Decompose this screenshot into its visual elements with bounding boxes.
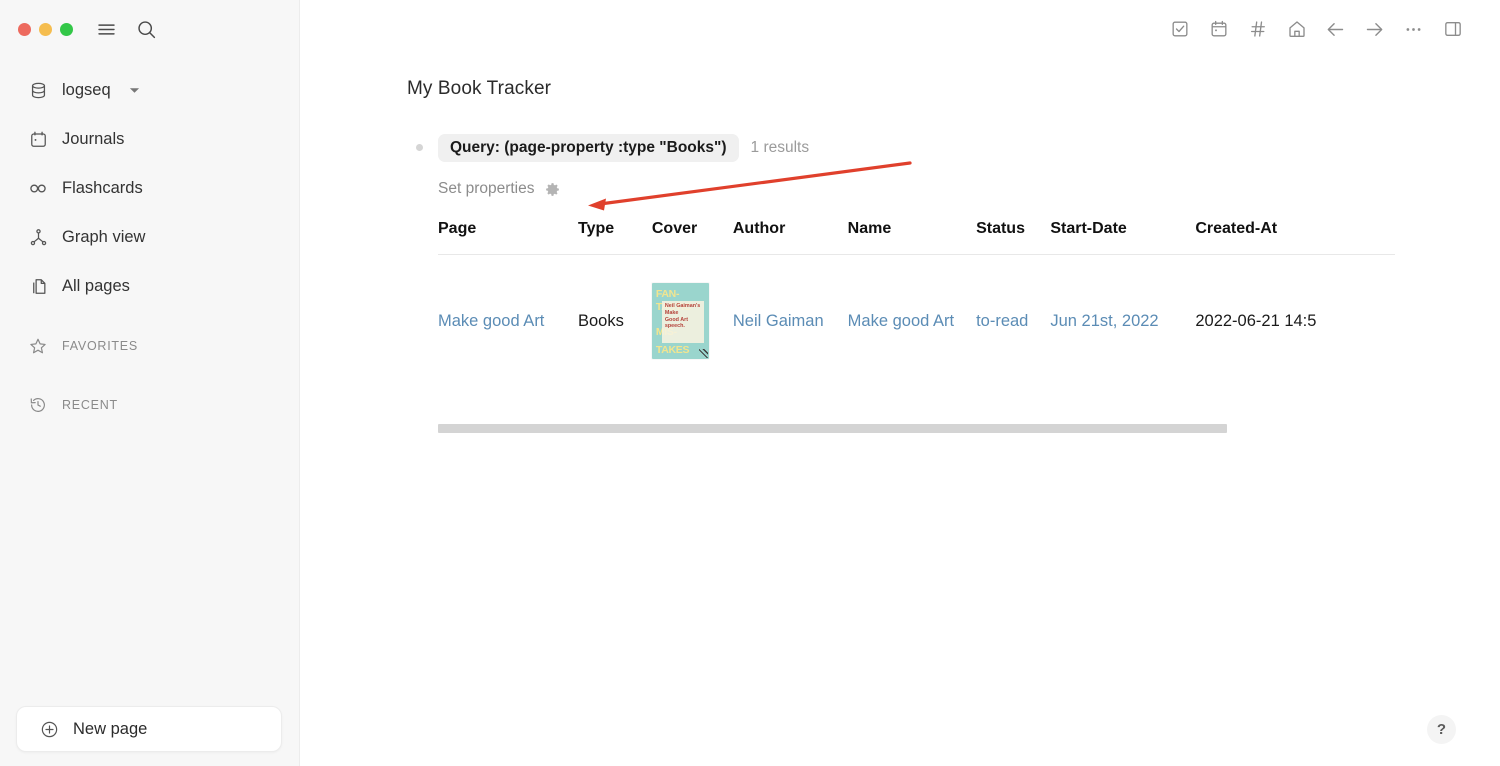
- sidebar-item-label: Graph view: [62, 228, 146, 246]
- cell-page: Make good Art: [438, 255, 578, 388]
- cover-sticker-line: speech.: [664, 323, 685, 330]
- set-properties-row: Set properties: [407, 180, 1500, 198]
- minimize-window-button[interactable]: [39, 22, 52, 36]
- horizontal-scrollbar[interactable]: [438, 424, 1227, 433]
- traffic-lights: [18, 22, 73, 36]
- column-header-start-date[interactable]: Start-Date: [1050, 220, 1196, 255]
- close-window-button[interactable]: [18, 22, 31, 36]
- table-row: Make good Art Books FAN- TASTIC MIS- TAK…: [438, 255, 1395, 388]
- sidebar-item-graph-selector[interactable]: logseq: [0, 66, 299, 115]
- column-header-cover[interactable]: Cover: [651, 220, 733, 255]
- column-header-created-at[interactable]: Created-At: [1195, 220, 1396, 255]
- cell-author: Neil Gaiman: [733, 255, 848, 388]
- book-cover-thumbnail[interactable]: FAN- TASTIC MIS- TAKES Neil Gaiman's Mak…: [651, 283, 709, 359]
- app-window: logseq Journals Flashcards Graph view Al…: [0, 0, 1500, 766]
- sidebar-section-label: FAVORITES: [62, 338, 138, 353]
- resize-handle-icon[interactable]: [698, 349, 708, 358]
- column-header-page[interactable]: Page: [438, 220, 578, 255]
- sidebar-item-label: All pages: [62, 277, 130, 295]
- sidebar-section-label: RECENT: [62, 397, 118, 412]
- hamburger-icon[interactable]: [89, 12, 123, 46]
- top-toolbar: [1160, 0, 1500, 58]
- query-results-table-wrap: Page Type Cover Author Name Status Start…: [407, 220, 1500, 387]
- hashtag-icon[interactable]: [1238, 10, 1277, 49]
- todo-checkbox-icon[interactable]: [1160, 10, 1199, 49]
- search-icon[interactable]: [129, 12, 163, 46]
- cover-sticker: Neil Gaiman's Make Good Art speech.: [661, 301, 704, 343]
- table-header-row: Page Type Cover Author Name Status Start…: [438, 220, 1396, 255]
- calendar-icon[interactable]: [1199, 10, 1238, 49]
- home-icon[interactable]: [1277, 10, 1316, 49]
- sidebar-item-label: Journals: [62, 130, 125, 148]
- page-link[interactable]: Make good Art: [438, 312, 544, 330]
- query-results-count: 1 results: [750, 139, 810, 156]
- new-page-label: New page: [73, 719, 148, 738]
- author-link[interactable]: Neil Gaiman: [733, 312, 824, 330]
- column-header-author[interactable]: Author: [732, 220, 848, 255]
- query-block: Query: (page-property :type "Books") 1 r…: [407, 134, 1500, 387]
- ellipsis-icon[interactable]: [1394, 10, 1433, 49]
- column-header-type[interactable]: Type: [578, 220, 652, 255]
- zoom-window-button[interactable]: [60, 22, 73, 36]
- pages-icon: [28, 277, 48, 297]
- database-icon: [28, 81, 48, 101]
- cover-title-line: FAN-: [655, 288, 680, 300]
- cell-name: Make good Art: [848, 255, 976, 388]
- sidebar-section-recent[interactable]: RECENT: [0, 380, 299, 429]
- graph-icon: [28, 228, 48, 248]
- block-bullet[interactable]: [416, 144, 423, 151]
- sidebar-item-graph-view[interactable]: Graph view: [0, 213, 299, 262]
- arrow-left-icon[interactable]: [1316, 10, 1355, 49]
- arrow-right-icon[interactable]: [1355, 10, 1394, 49]
- query-results-table: Page Type Cover Author Name Status Start…: [438, 220, 1396, 388]
- status-badge[interactable]: to-read: [976, 312, 1028, 330]
- infinity-icon: [28, 179, 48, 199]
- sidebar-item-flashcards[interactable]: Flashcards: [0, 164, 299, 213]
- query-badge[interactable]: Query: (page-property :type "Books"): [438, 134, 739, 162]
- sidebar-graph-name: logseq: [62, 81, 111, 99]
- sidebar-section-favorites[interactable]: FAVORITES: [0, 321, 299, 370]
- window-titlebar: [0, 0, 299, 58]
- new-page-button[interactable]: New page: [16, 706, 282, 752]
- set-properties-label[interactable]: Set properties: [438, 180, 535, 198]
- query-header-row: Query: (page-property :type "Books") 1 r…: [407, 134, 1500, 162]
- cell-cover: FAN- TASTIC MIS- TAKES Neil Gaiman's Mak…: [651, 255, 733, 388]
- left-sidebar: logseq Journals Flashcards Graph view Al…: [0, 0, 300, 766]
- chevron-down-icon[interactable]: [129, 85, 140, 96]
- start-date-link[interactable]: Jun 21st, 2022: [1050, 312, 1158, 330]
- sidebar-item-label: Flashcards: [62, 179, 143, 197]
- page-title: My Book Tracker: [407, 78, 552, 99]
- star-icon: [28, 336, 48, 356]
- main-content: My Book Tracker Query: (page-property :t…: [300, 0, 1500, 766]
- cell-type: Books: [578, 311, 624, 330]
- sidebar-item-journals[interactable]: Journals: [0, 115, 299, 164]
- cell-status: to-read: [976, 255, 1050, 388]
- help-button[interactable]: ?: [1427, 715, 1456, 744]
- cover-sticker-line: Neil Gaiman's: [664, 303, 701, 309]
- sidebar-nav: logseq Journals Flashcards Graph view Al…: [0, 58, 299, 429]
- cell-start-date: Jun 21st, 2022: [1050, 255, 1195, 388]
- column-header-status[interactable]: Status: [976, 220, 1051, 255]
- right-sidebar-icon[interactable]: [1433, 10, 1472, 49]
- cover-sticker-line: Make: [664, 309, 679, 316]
- sidebar-item-all-pages[interactable]: All pages: [0, 262, 299, 311]
- clock-icon: [28, 395, 48, 415]
- name-link[interactable]: Make good Art: [848, 312, 954, 330]
- page-content: My Book Tracker Query: (page-property :t…: [300, 0, 1500, 387]
- column-header-name[interactable]: Name: [847, 220, 977, 255]
- calendar-icon: [28, 130, 48, 150]
- gear-icon[interactable]: [544, 181, 561, 198]
- plus-circle-icon: [39, 719, 59, 739]
- cell-created-at: 2022-06-21 14:5: [1195, 311, 1317, 330]
- cover-sticker-line: Good Art: [664, 316, 689, 323]
